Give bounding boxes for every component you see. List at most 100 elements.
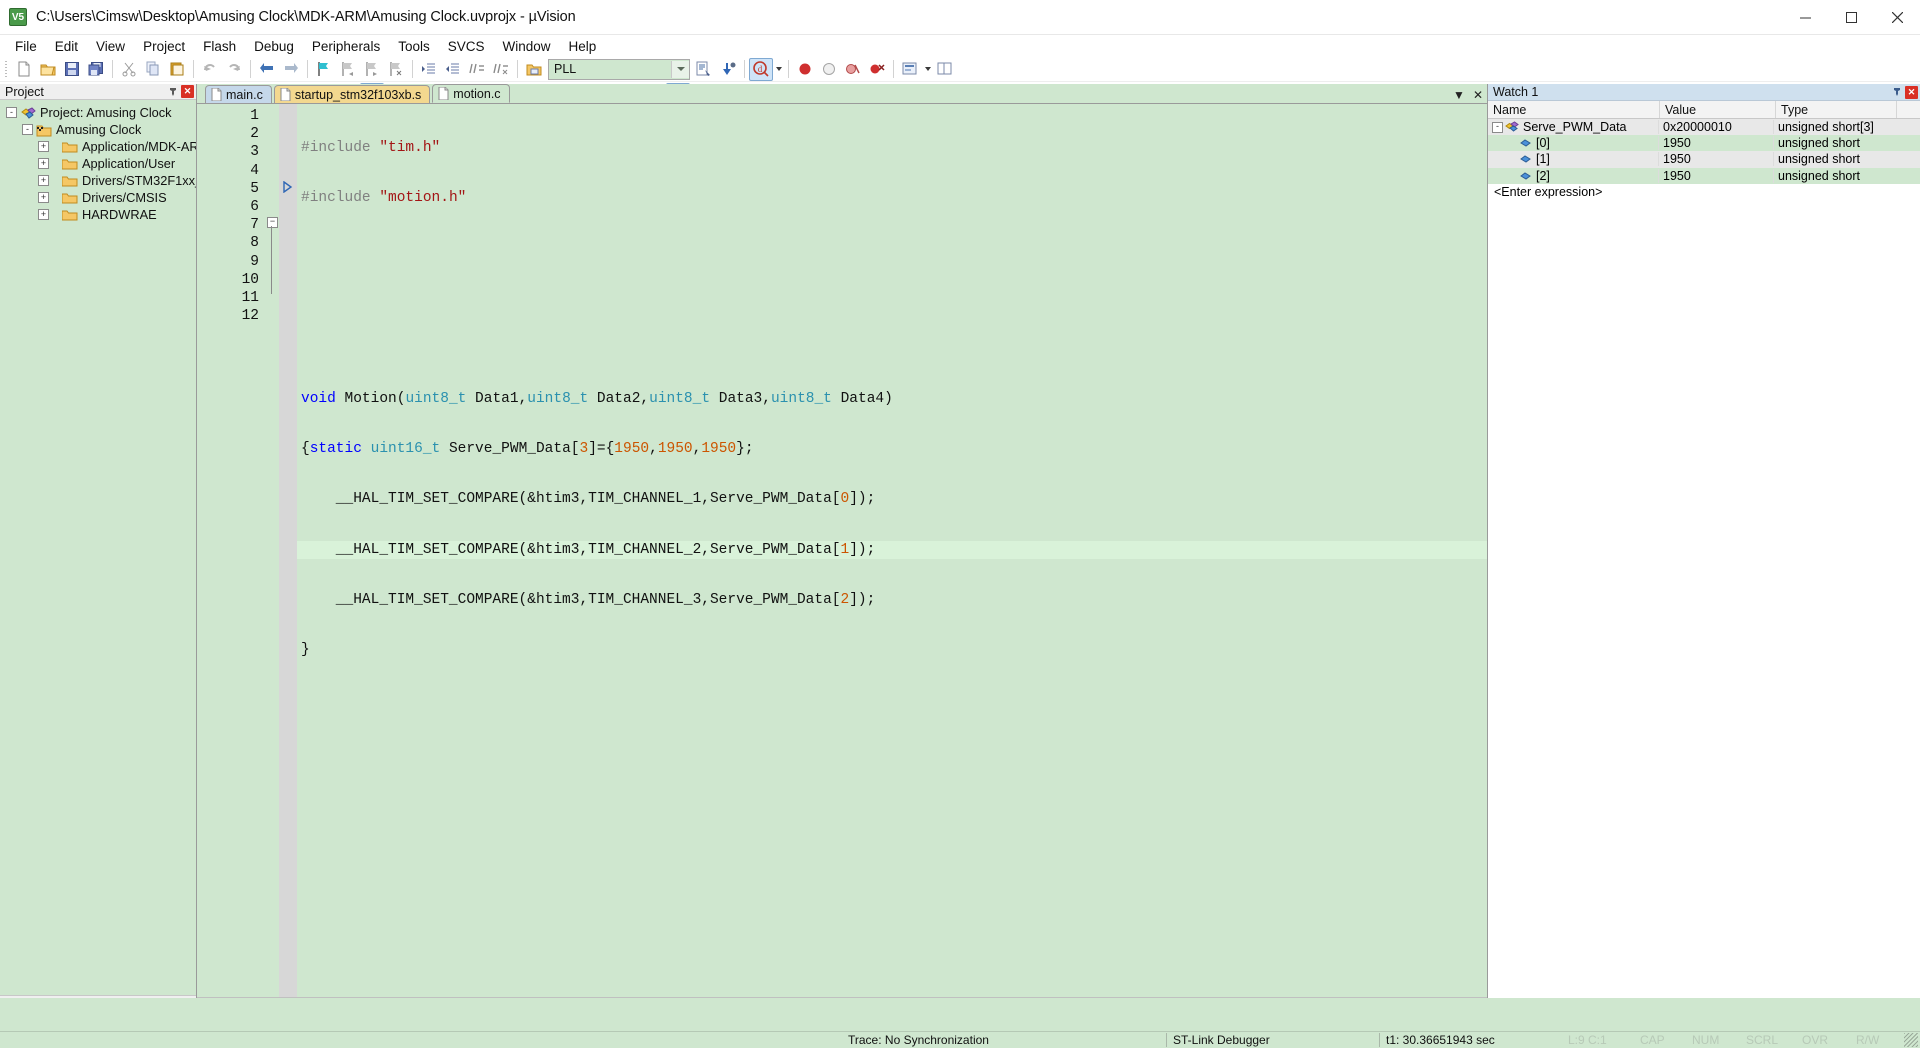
target-selector-combo[interactable]: PLL	[548, 58, 690, 80]
kill-all-breakpoints-icon[interactable]	[865, 58, 889, 81]
close-icon[interactable]	[1874, 0, 1920, 34]
tab-startup-s[interactable]: startup_stm32f103xb.s	[273, 85, 431, 103]
insert-bookmark-icon[interactable]	[312, 58, 336, 81]
tab-motion-c[interactable]: motion.c	[432, 84, 510, 103]
menu-view[interactable]: View	[87, 37, 134, 56]
cut-icon[interactable]	[117, 58, 141, 81]
prev-bookmark-icon[interactable]	[336, 58, 360, 81]
save-icon[interactable]	[60, 58, 84, 81]
expander-toggle[interactable]: -	[1492, 121, 1503, 133]
code-line[interactable]: }	[297, 641, 1487, 659]
watch-enter-expression[interactable]: <Enter expression>	[1488, 185, 1660, 199]
navigate-forward-icon[interactable]	[279, 58, 303, 81]
code-line[interactable]: __HAL_TIM_SET_COMPARE(&htim3,TIM_CHANNEL…	[297, 591, 1487, 609]
chevron-down-icon[interactable]	[671, 60, 689, 78]
outdent-icon[interactable]	[441, 58, 465, 81]
tree-item-group[interactable]: + Drivers/STM32F1xx_HAL_Drive	[0, 172, 196, 189]
fold-toggle[interactable]: −	[267, 217, 278, 228]
close-icon[interactable]: ✕	[181, 85, 194, 98]
code-line-current[interactable]: __HAL_TIM_SET_COMPARE(&htim3,TIM_CHANNEL…	[297, 540, 1487, 559]
code-line[interactable]: __HAL_TIM_SET_COMPARE(&htim3,TIM_CHANNEL…	[297, 490, 1487, 508]
menu-debug[interactable]: Debug	[245, 37, 303, 56]
watch-name-cell[interactable]: - Serve_PWM_Data	[1488, 120, 1658, 134]
pin-icon[interactable]	[166, 85, 179, 98]
watch-name-cell[interactable]: [1]	[1488, 152, 1658, 166]
expander-toggle[interactable]: +	[38, 141, 49, 152]
undo-icon[interactable]	[198, 58, 222, 81]
source-code[interactable]: #include "tim.h" #include "motion.h" voi…	[297, 104, 1487, 997]
disable-all-breakpoints-icon[interactable]	[841, 58, 865, 81]
clear-bookmarks-icon[interactable]	[384, 58, 408, 81]
close-icon[interactable]: ✕	[1473, 88, 1483, 102]
menu-svcs[interactable]: SVCS	[439, 37, 494, 56]
expander-toggle[interactable]: +	[38, 209, 49, 220]
code-line[interactable]	[297, 691, 1487, 709]
code-line[interactable]	[297, 239, 1487, 257]
toolbar-grip[interactable]	[3, 59, 10, 79]
copy-icon[interactable]	[141, 58, 165, 81]
tree-item-project[interactable]: - Project: Amusing Clock	[0, 104, 196, 121]
save-all-icon[interactable]	[84, 58, 108, 81]
expander-toggle[interactable]: -	[6, 107, 17, 118]
uncomment-icon[interactable]	[489, 58, 513, 81]
insert-breakpoint-icon[interactable]	[793, 58, 817, 81]
code-folding-gutter[interactable]: −	[265, 104, 279, 997]
code-line[interactable]: void Motion(uint8_t Data1,uint8_t Data2,…	[297, 390, 1487, 408]
breakpoint-gutter[interactable]	[279, 104, 297, 997]
code-line[interactable]: #include "tim.h"	[297, 139, 1487, 157]
menu-file[interactable]: File	[6, 37, 46, 56]
watch-name-cell[interactable]: [2]	[1488, 169, 1658, 183]
resize-grip-icon[interactable]	[1904, 1033, 1918, 1047]
tree-item-group[interactable]: + Application/User	[0, 155, 196, 172]
expander-toggle[interactable]: +	[38, 192, 49, 203]
code-line[interactable]: #include "motion.h"	[297, 189, 1487, 207]
maximize-icon[interactable]	[1828, 0, 1874, 34]
menu-help[interactable]: Help	[560, 37, 606, 56]
minimize-icon[interactable]	[1782, 0, 1828, 34]
menu-project[interactable]: Project	[134, 37, 194, 56]
navigate-back-icon[interactable]	[255, 58, 279, 81]
menu-peripherals[interactable]: Peripherals	[303, 37, 389, 56]
menu-tools[interactable]: Tools	[389, 37, 439, 56]
paste-icon[interactable]	[165, 58, 189, 81]
column-header-name[interactable]: Name	[1488, 101, 1660, 118]
next-bookmark-icon[interactable]	[360, 58, 384, 81]
watch-value-cell[interactable]: 1950	[1658, 136, 1773, 151]
watch-value-cell[interactable]: 1950	[1658, 152, 1773, 167]
target-selector-value[interactable]: PLL	[549, 62, 671, 76]
watch-row[interactable]: - Serve_PWM_Data 0x20000010 unsigned sho…	[1488, 119, 1920, 136]
tab-main-c[interactable]: main.c	[205, 85, 272, 103]
watch-row-new-expression[interactable]: <Enter expression>	[1488, 184, 1920, 200]
chevron-down-icon[interactable]: ▼	[1453, 88, 1465, 102]
expander-toggle[interactable]: +	[38, 158, 49, 169]
column-header-value[interactable]: Value	[1660, 101, 1776, 118]
manage-run-time-env-icon[interactable]	[716, 58, 740, 81]
tree-item-group[interactable]: + Application/MDK-ARM	[0, 138, 196, 155]
debug-dropdown-icon[interactable]	[773, 59, 784, 80]
expander-toggle[interactable]: -	[22, 124, 33, 135]
tree-item-target[interactable]: - Amusing Clock	[0, 121, 196, 138]
code-line[interactable]	[297, 340, 1487, 358]
menu-edit[interactable]: Edit	[46, 37, 87, 56]
code-line[interactable]	[297, 290, 1487, 308]
watch-row[interactable]: [0] 1950 unsigned short	[1488, 135, 1920, 152]
new-file-icon[interactable]	[12, 58, 36, 81]
menu-window[interactable]: Window	[493, 37, 559, 56]
close-icon[interactable]: ✕	[1905, 85, 1918, 99]
manage-project-items-icon[interactable]	[692, 58, 716, 81]
comment-icon[interactable]	[465, 58, 489, 81]
window-layout-icon[interactable]	[933, 58, 957, 81]
watch-value-cell[interactable]: 1950	[1658, 168, 1773, 183]
redo-icon[interactable]	[222, 58, 246, 81]
watch-row[interactable]: [1] 1950 unsigned short	[1488, 151, 1920, 168]
tree-item-group[interactable]: + HARDWRAE	[0, 206, 196, 223]
menu-flash[interactable]: Flash	[194, 37, 245, 56]
indent-icon[interactable]	[417, 58, 441, 81]
expander-toggle[interactable]: +	[38, 175, 49, 186]
column-header-type[interactable]: Type	[1776, 101, 1897, 118]
configuration-wizard-icon[interactable]	[898, 58, 922, 81]
start-stop-debug-icon[interactable]: d	[749, 57, 773, 81]
watch-name-cell[interactable]: [0]	[1488, 136, 1658, 150]
watch-row[interactable]: [2] 1950 unsigned short	[1488, 167, 1920, 184]
disable-breakpoint-icon[interactable]	[817, 58, 841, 81]
